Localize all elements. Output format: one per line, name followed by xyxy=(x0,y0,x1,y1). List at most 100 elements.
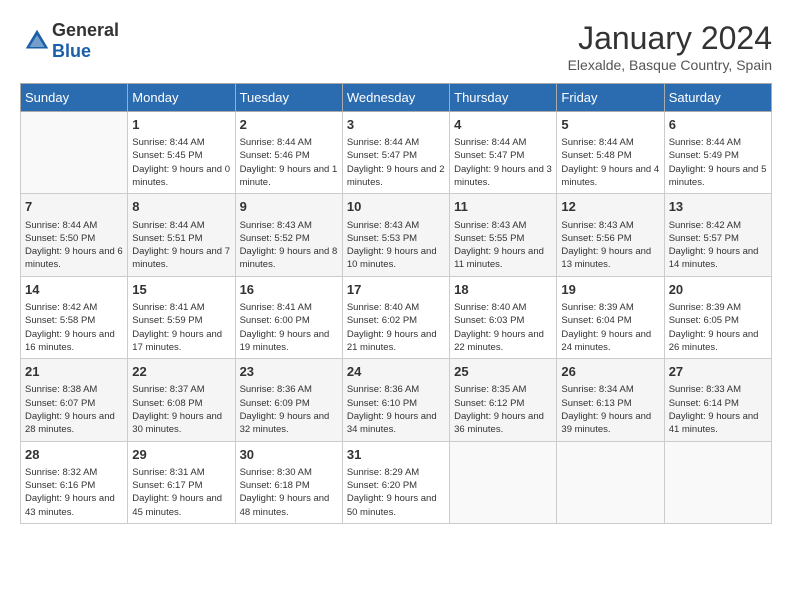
day-info: Sunrise: 8:38 AMSunset: 6:07 PMDaylight:… xyxy=(25,383,123,436)
day-number: 28 xyxy=(25,446,123,464)
day-info: Sunrise: 8:41 AMSunset: 5:59 PMDaylight:… xyxy=(132,301,230,354)
day-info: Sunrise: 8:29 AMSunset: 6:20 PMDaylight:… xyxy=(347,466,445,519)
day-cell: 3 Sunrise: 8:44 AMSunset: 5:47 PMDaylight… xyxy=(342,112,449,194)
day-cell: 13 Sunrise: 8:42 AMSunset: 5:57 PMDayligh… xyxy=(664,194,771,276)
day-number: 6 xyxy=(669,116,767,134)
day-number: 26 xyxy=(561,363,659,381)
day-cell: 24 Sunrise: 8:36 AMSunset: 6:10 PMDayligh… xyxy=(342,359,449,441)
day-number: 30 xyxy=(240,446,338,464)
day-info: Sunrise: 8:35 AMSunset: 6:12 PMDaylight:… xyxy=(454,383,552,436)
day-cell: 22 Sunrise: 8:37 AMSunset: 6:08 PMDayligh… xyxy=(128,359,235,441)
day-number: 24 xyxy=(347,363,445,381)
day-info: Sunrise: 8:39 AMSunset: 6:05 PMDaylight:… xyxy=(669,301,767,354)
week-row-5: 28 Sunrise: 8:32 AMSunset: 6:16 PMDayligh… xyxy=(21,441,772,523)
day-number: 29 xyxy=(132,446,230,464)
day-info: Sunrise: 8:33 AMSunset: 6:14 PMDaylight:… xyxy=(669,383,767,436)
day-number: 7 xyxy=(25,198,123,216)
logo-blue-text: Blue xyxy=(52,41,91,61)
header-cell-friday: Friday xyxy=(557,84,664,112)
day-cell: 30Sunrise: 8:30 AMSunset: 6:18 PMDayligh… xyxy=(235,441,342,523)
day-info: Sunrise: 8:44 AMSunset: 5:45 PMDaylight:… xyxy=(132,136,230,189)
day-number: 9 xyxy=(240,198,338,216)
calendar-body: 1 Sunrise: 8:44 AMSunset: 5:45 PMDaylight… xyxy=(21,112,772,524)
logo-icon xyxy=(22,26,52,56)
day-cell: 10 Sunrise: 8:43 AMSunset: 5:53 PMDayligh… xyxy=(342,194,449,276)
day-info: Sunrise: 8:43 AMSunset: 5:52 PMDaylight:… xyxy=(240,219,338,272)
title-section: January 2024 Elexalde, Basque Country, S… xyxy=(568,20,772,73)
day-info: Sunrise: 8:40 AMSunset: 6:02 PMDaylight:… xyxy=(347,301,445,354)
day-info: Sunrise: 8:32 AMSunset: 6:16 PMDaylight:… xyxy=(25,466,123,519)
day-number: 3 xyxy=(347,116,445,134)
day-cell: 26 Sunrise: 8:34 AMSunset: 6:13 PMDayligh… xyxy=(557,359,664,441)
header-cell-saturday: Saturday xyxy=(664,84,771,112)
day-info: Sunrise: 8:43 AMSunset: 5:53 PMDaylight:… xyxy=(347,219,445,272)
day-number: 8 xyxy=(132,198,230,216)
day-number: 18 xyxy=(454,281,552,299)
day-number: 12 xyxy=(561,198,659,216)
day-number: 13 xyxy=(669,198,767,216)
month-title: January 2024 xyxy=(568,20,772,57)
day-number: 22 xyxy=(132,363,230,381)
day-cell: 8Sunrise: 8:44 AMSunset: 5:51 PMDaylight… xyxy=(128,194,235,276)
day-info: Sunrise: 8:44 AMSunset: 5:46 PMDaylight:… xyxy=(240,136,338,189)
day-info: Sunrise: 8:34 AMSunset: 6:13 PMDaylight:… xyxy=(561,383,659,436)
day-cell xyxy=(450,441,557,523)
day-cell: 29 Sunrise: 8:31 AMSunset: 6:17 PMDayligh… xyxy=(128,441,235,523)
day-info: Sunrise: 8:43 AMSunset: 5:55 PMDaylight:… xyxy=(454,219,552,272)
day-info: Sunrise: 8:44 AMSunset: 5:49 PMDaylight:… xyxy=(669,136,767,189)
day-info: Sunrise: 8:31 AMSunset: 6:17 PMDaylight:… xyxy=(132,466,230,519)
day-number: 21 xyxy=(25,363,123,381)
day-info: Sunrise: 8:43 AMSunset: 5:56 PMDaylight:… xyxy=(561,219,659,272)
day-cell: 27Sunrise: 8:33 AMSunset: 6:14 PMDayligh… xyxy=(664,359,771,441)
day-info: Sunrise: 8:42 AMSunset: 5:57 PMDaylight:… xyxy=(669,219,767,272)
day-cell: 7Sunrise: 8:44 AMSunset: 5:50 PMDaylight… xyxy=(21,194,128,276)
day-info: Sunrise: 8:44 AMSunset: 5:47 PMDaylight:… xyxy=(454,136,552,189)
day-cell: 11Sunrise: 8:43 AMSunset: 5:55 PMDayligh… xyxy=(450,194,557,276)
day-info: Sunrise: 8:41 AMSunset: 6:00 PMDaylight:… xyxy=(240,301,338,354)
day-cell: 23Sunrise: 8:36 AMSunset: 6:09 PMDayligh… xyxy=(235,359,342,441)
day-cell: 18 Sunrise: 8:40 AMSunset: 6:03 PMDayligh… xyxy=(450,276,557,358)
day-cell: 20 Sunrise: 8:39 AMSunset: 6:05 PMDayligh… xyxy=(664,276,771,358)
day-info: Sunrise: 8:37 AMSunset: 6:08 PMDaylight:… xyxy=(132,383,230,436)
day-number: 20 xyxy=(669,281,767,299)
day-cell: 6 Sunrise: 8:44 AMSunset: 5:49 PMDaylight… xyxy=(664,112,771,194)
week-row-3: 14Sunrise: 8:42 AMSunset: 5:58 PMDayligh… xyxy=(21,276,772,358)
header-cell-sunday: Sunday xyxy=(21,84,128,112)
day-cell: 21 Sunrise: 8:38 AMSunset: 6:07 PMDayligh… xyxy=(21,359,128,441)
header-cell-thursday: Thursday xyxy=(450,84,557,112)
page-header: General Blue January 2024 Elexalde, Basq… xyxy=(20,20,772,73)
day-info: Sunrise: 8:36 AMSunset: 6:10 PMDaylight:… xyxy=(347,383,445,436)
logo-general-text: General xyxy=(52,20,119,40)
day-number: 25 xyxy=(454,363,552,381)
day-info: Sunrise: 8:40 AMSunset: 6:03 PMDaylight:… xyxy=(454,301,552,354)
day-number: 1 xyxy=(132,116,230,134)
day-cell: 4 Sunrise: 8:44 AMSunset: 5:47 PMDaylight… xyxy=(450,112,557,194)
header-cell-monday: Monday xyxy=(128,84,235,112)
day-cell: 1 Sunrise: 8:44 AMSunset: 5:45 PMDaylight… xyxy=(128,112,235,194)
day-cell: 2Sunrise: 8:44 AMSunset: 5:46 PMDaylight… xyxy=(235,112,342,194)
day-number: 10 xyxy=(347,198,445,216)
header-row: SundayMondayTuesdayWednesdayThursdayFrid… xyxy=(21,84,772,112)
logo: General Blue xyxy=(20,20,119,62)
day-cell: 19 Sunrise: 8:39 AMSunset: 6:04 PMDayligh… xyxy=(557,276,664,358)
day-cell: 25 Sunrise: 8:35 AMSunset: 6:12 PMDayligh… xyxy=(450,359,557,441)
day-cell: 28 Sunrise: 8:32 AMSunset: 6:16 PMDayligh… xyxy=(21,441,128,523)
day-number: 16 xyxy=(240,281,338,299)
day-number: 4 xyxy=(454,116,552,134)
day-number: 15 xyxy=(132,281,230,299)
day-info: Sunrise: 8:39 AMSunset: 6:04 PMDaylight:… xyxy=(561,301,659,354)
day-cell xyxy=(557,441,664,523)
day-info: Sunrise: 8:44 AMSunset: 5:47 PMDaylight:… xyxy=(347,136,445,189)
day-number: 23 xyxy=(240,363,338,381)
day-cell: 12 Sunrise: 8:43 AMSunset: 5:56 PMDayligh… xyxy=(557,194,664,276)
week-row-1: 1 Sunrise: 8:44 AMSunset: 5:45 PMDaylight… xyxy=(21,112,772,194)
day-number: 17 xyxy=(347,281,445,299)
day-cell: 17 Sunrise: 8:40 AMSunset: 6:02 PMDayligh… xyxy=(342,276,449,358)
day-cell: 14Sunrise: 8:42 AMSunset: 5:58 PMDayligh… xyxy=(21,276,128,358)
header-cell-tuesday: Tuesday xyxy=(235,84,342,112)
header-cell-wednesday: Wednesday xyxy=(342,84,449,112)
week-row-2: 7Sunrise: 8:44 AMSunset: 5:50 PMDaylight… xyxy=(21,194,772,276)
day-number: 19 xyxy=(561,281,659,299)
day-cell: 15 Sunrise: 8:41 AMSunset: 5:59 PMDayligh… xyxy=(128,276,235,358)
day-number: 31 xyxy=(347,446,445,464)
